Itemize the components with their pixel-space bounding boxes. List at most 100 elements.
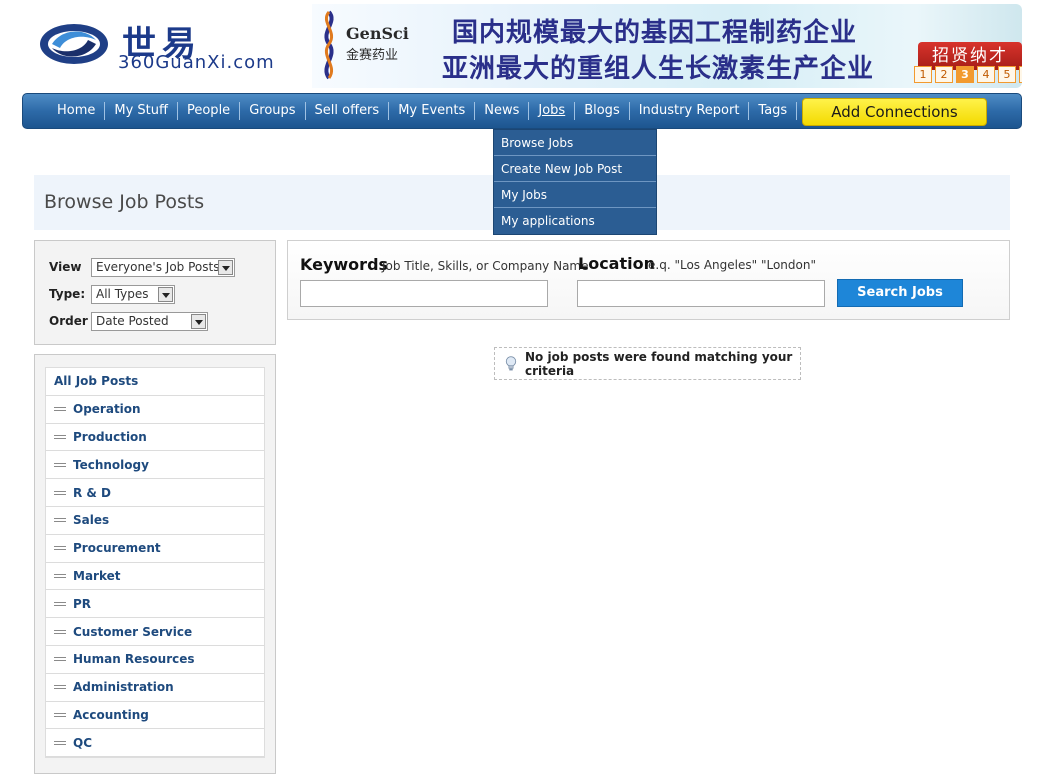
menu-browse-jobs[interactable]: Browse Jobs — [494, 130, 656, 156]
nav-tags[interactable]: Tags — [749, 102, 798, 120]
dash-icon — [54, 434, 66, 439]
filter-order-row: Order Date Posted — [49, 311, 208, 331]
dash-icon — [54, 407, 66, 412]
nav-industry-report[interactable]: Industry Report — [630, 102, 750, 120]
location-hint: e.q. "Los Angeles" "London" — [648, 258, 816, 272]
nav-people[interactable]: People — [178, 102, 241, 120]
dash-icon — [54, 712, 66, 717]
gensci-english-name: GenSci — [346, 24, 409, 43]
dash-icon — [54, 462, 66, 467]
dash-icon — [54, 490, 66, 495]
filter-type-label: Type: — [49, 287, 86, 301]
site-header: 世易 360GuanXi.com GenSci 金赛药业 国内规模最大的基因工程… — [22, 0, 1022, 90]
search-jobs-button[interactable]: Search Jobs — [837, 279, 963, 307]
menu-create-job-post[interactable]: Create New Job Post — [494, 156, 656, 182]
type-select-value: All Types — [96, 286, 149, 301]
view-select[interactable]: Everyone's Job Posts — [91, 257, 235, 277]
category-label: Procurement — [73, 541, 161, 556]
category-label: Technology — [73, 457, 149, 472]
logo-swirl-icon — [40, 24, 108, 64]
nav-my-stuff[interactable]: My Stuff — [105, 102, 178, 120]
category-item[interactable]: Administration — [46, 674, 264, 702]
location-input[interactable] — [577, 280, 825, 307]
keywords-hint: Job Title, Skills, or Company Name — [382, 259, 589, 273]
dash-icon — [54, 685, 66, 690]
category-label: QC — [73, 735, 93, 750]
dash-icon — [54, 518, 66, 523]
order-select-value: Date Posted — [96, 313, 169, 328]
category-item[interactable]: Customer Service — [46, 618, 264, 646]
nav-my-events[interactable]: My Events — [389, 102, 476, 120]
filter-type-row: Type: All Types — [49, 284, 175, 304]
category-item[interactable]: Technology — [46, 451, 264, 480]
nav-sell-offers[interactable]: Sell offers — [306, 102, 390, 120]
dropdown-arrow-icon — [218, 259, 233, 275]
filter-order-label: Order — [49, 314, 88, 328]
banner-page-3[interactable]: 3 — [956, 66, 974, 83]
nav-blogs[interactable]: Blogs — [575, 102, 630, 120]
view-select-value: Everyone's Job Posts — [96, 259, 220, 274]
category-label: Human Resources — [73, 652, 195, 667]
banner-headline-1: 国内规模最大的基因工程制药企业 — [452, 18, 858, 48]
order-select[interactable]: Date Posted — [91, 311, 208, 331]
category-label: Market — [73, 568, 121, 583]
category-label: Sales — [73, 513, 110, 528]
banner-page-5[interactable]: 5 — [998, 66, 1016, 83]
banner-headline-2: 亚洲最大的重组人生长激素生产企业 — [442, 54, 875, 84]
type-select[interactable]: All Types — [91, 284, 175, 304]
category-label: Accounting — [73, 707, 149, 722]
filter-view-row: View Everyone's Job Posts — [49, 257, 235, 277]
category-list: All Job Posts Operation Production Techn… — [45, 367, 265, 759]
dash-icon — [54, 629, 66, 634]
keywords-input[interactable] — [300, 280, 548, 307]
menu-my-applications[interactable]: My applications — [494, 208, 656, 234]
jobs-dropdown-menu: Browse Jobs Create New Job Post My Jobs … — [493, 129, 657, 235]
category-label: Customer Service — [73, 624, 193, 639]
location-label: Location — [578, 254, 655, 273]
filter-panel: View Everyone's Job Posts Type: All Type… — [34, 240, 276, 345]
category-item[interactable]: Procurement — [46, 535, 264, 563]
dropdown-arrow-icon — [158, 286, 173, 302]
dash-icon — [54, 546, 66, 551]
category-item[interactable]: Production — [46, 424, 264, 452]
filter-view-label: View — [49, 260, 82, 274]
dash-icon — [54, 657, 66, 662]
add-connections-button[interactable]: Add Connections — [802, 98, 987, 126]
dropdown-arrow-icon — [191, 313, 206, 329]
nav-news[interactable]: News — [475, 102, 530, 120]
dash-icon — [54, 740, 66, 745]
site-logo[interactable]: 世易 360GuanXi.com — [38, 14, 288, 74]
banner-page-4[interactable]: 4 — [977, 66, 995, 83]
keywords-label: Keywords — [300, 255, 389, 274]
dash-icon — [54, 601, 66, 606]
dash-icon — [54, 573, 66, 578]
banner-page-1[interactable]: 1 — [914, 66, 932, 83]
nav-home[interactable]: Home — [47, 102, 106, 120]
category-item[interactable]: Sales — [46, 507, 264, 535]
category-item[interactable]: R & D — [46, 479, 264, 507]
category-label: Operation — [73, 402, 141, 417]
nav-groups[interactable]: Groups — [240, 102, 306, 120]
category-panel: All Job Posts Operation Production Techn… — [34, 354, 276, 774]
category-item[interactable]: Operation — [46, 396, 264, 424]
ad-banner[interactable]: GenSci 金赛药业 国内规模最大的基因工程制药企业 亚洲最大的重组人生长激素… — [312, 4, 1022, 88]
main-nav: Home My Stuff People Groups Sell offers … — [22, 93, 1022, 129]
category-item[interactable]: Human Resources — [46, 646, 264, 674]
category-label: Administration — [73, 680, 174, 695]
logo-english-text: 360GuanXi.com — [118, 52, 275, 73]
banner-page-2[interactable]: 2 — [935, 66, 953, 83]
category-item[interactable]: Accounting — [46, 702, 264, 730]
category-label: PR — [73, 596, 92, 611]
job-search-panel: Keywords Job Title, Skills, or Company N… — [287, 240, 1010, 320]
category-item[interactable]: Market — [46, 563, 264, 591]
category-item[interactable]: PR — [46, 590, 264, 619]
page-title: Browse Job Posts — [44, 191, 205, 213]
no-results-notice: No job posts were found matching your cr… — [494, 347, 801, 380]
category-all-job-posts[interactable]: All Job Posts — [46, 368, 264, 396]
banner-page-6[interactable]: 6 — [1019, 66, 1022, 83]
menu-my-jobs[interactable]: My Jobs — [494, 182, 656, 208]
category-item[interactable]: QC — [46, 729, 264, 758]
nav-jobs[interactable]: Jobs — [529, 102, 576, 120]
lightbulb-icon — [505, 355, 517, 370]
category-label: R & D — [73, 485, 112, 500]
